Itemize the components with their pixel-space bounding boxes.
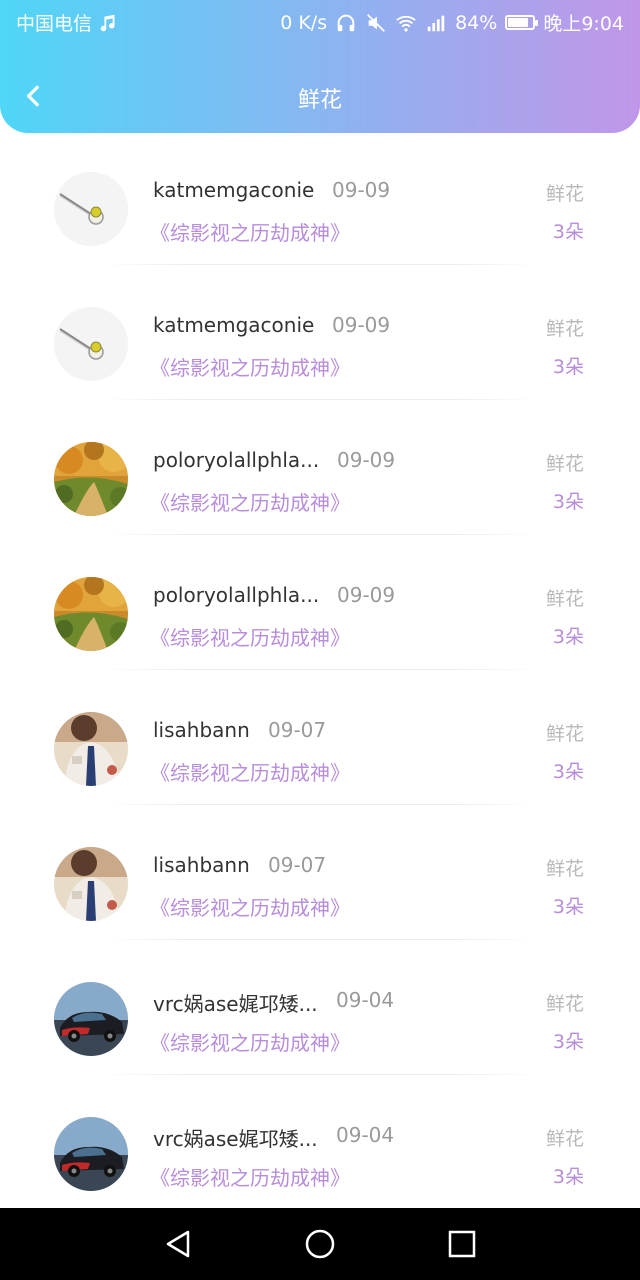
gift-type-label: 鲜花 xyxy=(545,588,584,610)
book-title-link[interactable]: 《综影视之历劫成神》 xyxy=(150,1162,350,1191)
battery-percent: 84% xyxy=(455,11,498,34)
gift-type-label: 鲜花 xyxy=(545,723,584,745)
list-item[interactable]: katmemgaconie 09-09 《综影视之历劫成神》 鲜花 3朵 xyxy=(0,150,640,285)
username: poloryolallphla... xyxy=(153,448,320,472)
book-title-link[interactable]: 《综影视之历劫成神》 xyxy=(150,217,350,246)
date-label: 09-09 xyxy=(337,448,396,472)
date-label: 09-09 xyxy=(337,583,396,607)
date-label: 09-04 xyxy=(336,988,395,1012)
gift-count-label: 3朵 xyxy=(552,221,584,243)
gift-count-label: 3朵 xyxy=(552,356,584,378)
gift-record-list[interactable]: katmemgaconie 09-09 《综影视之历劫成神》 鲜花 3朵 katmemga… xyxy=(0,150,640,1210)
date-label: 09-09 xyxy=(332,313,391,337)
list-item[interactable]: lisahbann 09-07 《综影视之历劫成神》 鲜花 3朵 xyxy=(0,825,640,960)
avatar[interactable] xyxy=(54,847,128,921)
username: poloryolallphla... xyxy=(153,583,320,607)
nav-home-button[interactable] xyxy=(302,1226,338,1262)
gift-type-label: 鲜花 xyxy=(545,1128,584,1150)
clock: 晚上9:04 xyxy=(543,13,624,35)
gift-count-label: 3朵 xyxy=(552,626,584,648)
avatar[interactable] xyxy=(54,442,128,516)
divider xyxy=(100,534,540,535)
book-title-link[interactable]: 《综影视之历劫成神》 xyxy=(150,352,350,381)
gift-type-label: 鲜花 xyxy=(545,453,584,475)
avatar[interactable] xyxy=(54,982,128,1056)
date-label: 09-04 xyxy=(336,1123,395,1147)
back-triangle-icon xyxy=(166,1230,190,1258)
gift-count-label: 3朵 xyxy=(552,1166,584,1188)
nav-recents-button[interactable] xyxy=(444,1226,480,1262)
username: vrc娲ase娓邛矮... xyxy=(153,1127,318,1151)
list-item[interactable]: lisahbann 09-07 《综影视之历劫成神》 鲜花 3朵 xyxy=(0,690,640,825)
system-navigation-bar xyxy=(0,1208,640,1280)
carrier-label: 中国电信 xyxy=(16,13,93,35)
gift-type-label: 鲜花 xyxy=(545,183,584,205)
mute-icon xyxy=(365,12,387,34)
avatar[interactable] xyxy=(54,577,128,651)
gift-count-label: 3朵 xyxy=(552,761,584,783)
date-label: 09-09 xyxy=(332,178,391,202)
divider xyxy=(100,399,540,400)
username: lisahbann xyxy=(153,853,250,877)
book-title-link[interactable]: 《综影视之历劫成神》 xyxy=(150,622,350,651)
avatar[interactable] xyxy=(54,712,128,786)
list-item[interactable]: poloryolallphla... 09-09 《综影视之历劫成神》 鲜花 3朵 xyxy=(0,555,640,690)
divider xyxy=(100,1074,540,1075)
gift-type-label: 鲜花 xyxy=(545,318,584,340)
divider xyxy=(100,939,540,940)
status-bar: 中国电信 0 K/s 84% 晚上9:04 xyxy=(0,0,640,44)
gift-count-label: 3朵 xyxy=(552,896,584,918)
page-title: 鲜花 xyxy=(297,88,342,113)
recents-square-icon xyxy=(448,1230,476,1258)
avatar[interactable] xyxy=(54,1117,128,1191)
gift-type-label: 鲜花 xyxy=(545,993,584,1015)
username: vrc娲ase娓邛矮... xyxy=(153,992,318,1016)
title-bar: 鲜花 xyxy=(0,58,640,134)
nav-back-button[interactable] xyxy=(160,1226,196,1262)
gift-type-label: 鲜花 xyxy=(545,858,584,880)
username: lisahbann xyxy=(153,718,250,742)
username: katmemgaconie xyxy=(153,313,315,337)
home-circle-icon xyxy=(305,1229,335,1259)
book-title-link[interactable]: 《综影视之历劫成神》 xyxy=(150,1027,350,1056)
divider xyxy=(100,264,540,265)
book-title-link[interactable]: 《综影视之历劫成神》 xyxy=(150,892,350,921)
avatar[interactable] xyxy=(54,172,128,246)
music-note-icon xyxy=(98,12,120,34)
gift-count-label: 3朵 xyxy=(552,1031,584,1053)
username: katmemgaconie xyxy=(153,178,315,202)
list-item[interactable]: vrc娲ase娓邛矮... 09-04 《综影视之历劫成神》 鲜花 3朵 xyxy=(0,960,640,1095)
wifi-icon xyxy=(395,12,417,34)
book-title-link[interactable]: 《综影视之历劫成神》 xyxy=(150,487,350,516)
divider xyxy=(100,804,540,805)
date-label: 09-07 xyxy=(268,853,327,877)
list-item[interactable]: katmemgaconie 09-09 《综影视之历劫成神》 鲜花 3朵 xyxy=(0,285,640,420)
date-label: 09-07 xyxy=(268,718,327,742)
header: 中国电信 0 K/s 84% 晚上9:04 鲜花 xyxy=(0,0,640,133)
gift-count-label: 3朵 xyxy=(552,491,584,513)
list-item[interactable]: poloryolallphla... 09-09 《综影视之历劫成神》 鲜花 3朵 xyxy=(0,420,640,555)
list-item[interactable]: vrc娲ase娓邛矮... 09-04 《综影视之历劫成神》 鲜花 3朵 xyxy=(0,1095,640,1210)
avatar[interactable] xyxy=(54,307,128,381)
headphones-icon xyxy=(335,12,357,34)
divider xyxy=(100,669,540,670)
network-speed: 0 K/s xyxy=(280,11,328,34)
signal-icon xyxy=(425,12,447,34)
battery-icon xyxy=(505,15,539,30)
book-title-link[interactable]: 《综影视之历劫成神》 xyxy=(150,757,350,786)
